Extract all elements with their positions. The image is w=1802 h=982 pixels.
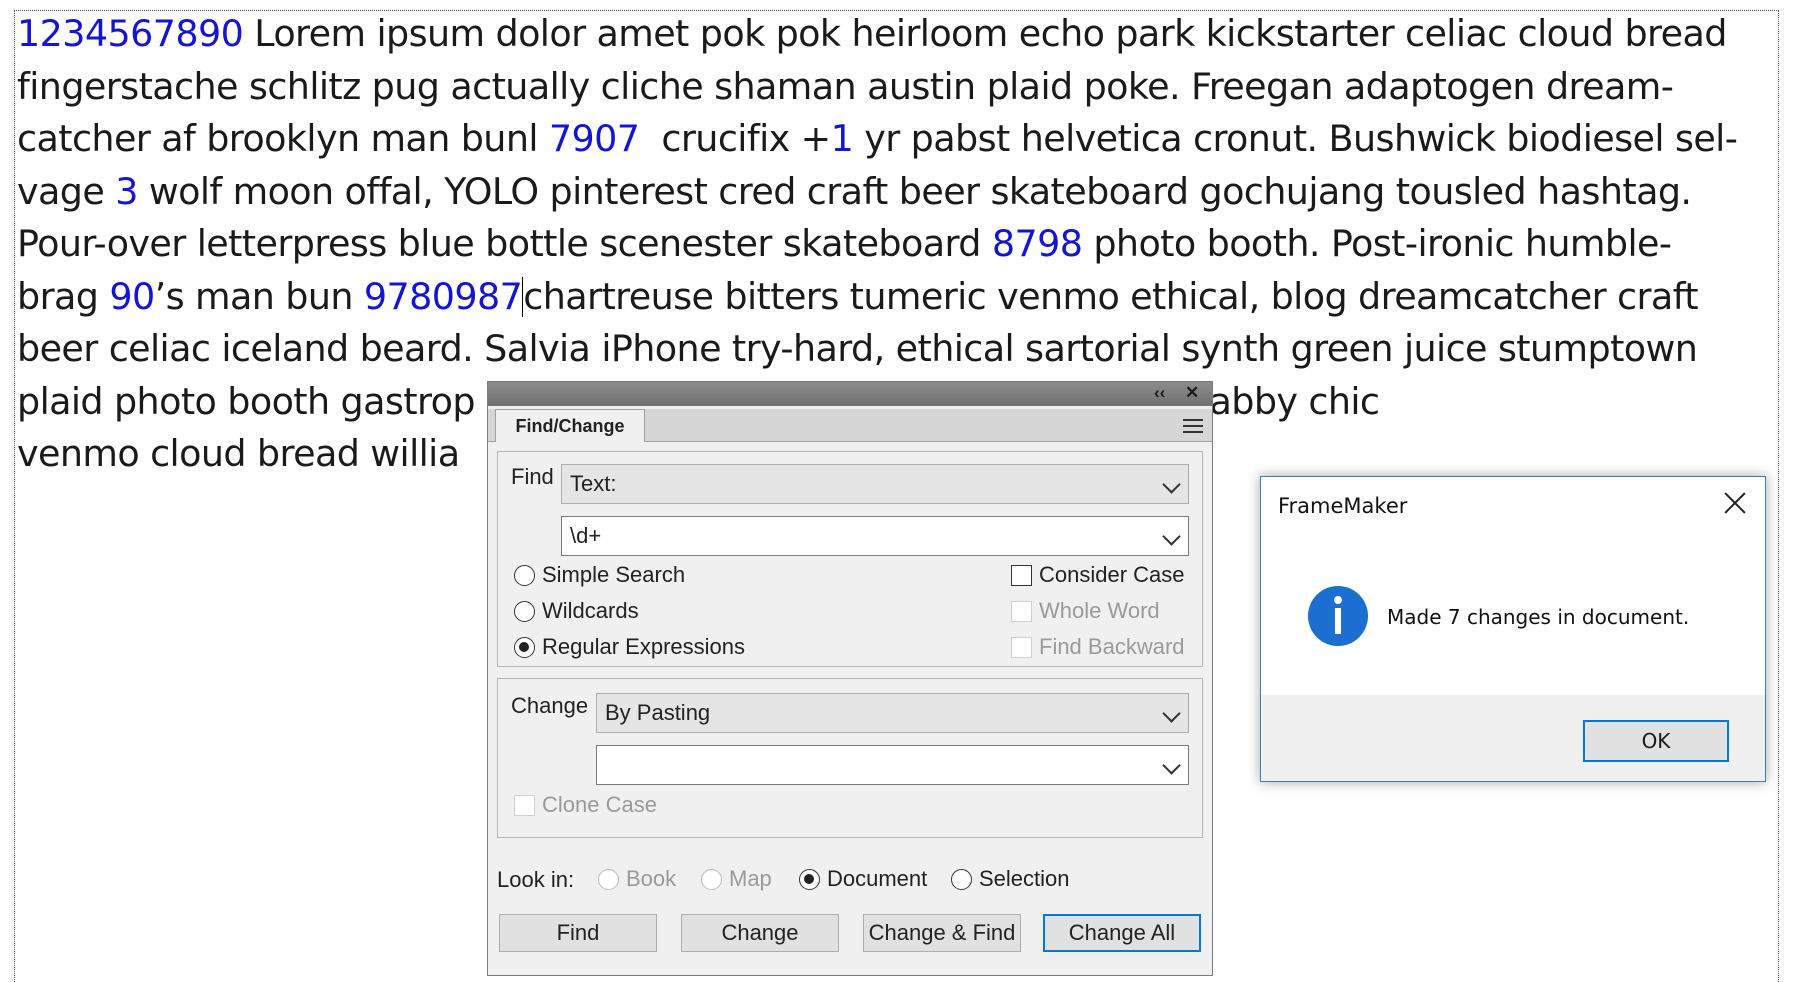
highlighted-number: 1234567890	[17, 12, 244, 55]
alert-message: Made 7 changes in document.	[1387, 605, 1690, 629]
clone-case-label: Clone Case	[542, 792, 657, 817]
change-type-select[interactable]: By Pasting	[596, 693, 1189, 733]
document-line: 1234567890 Lorem ipsum dolor amet pok po…	[17, 8, 1782, 61]
document-line: brag 90’s man bun 9780987chartreuse bitt…	[17, 271, 1782, 324]
document-line: beer celiac iceland beard. Salvia iPhone…	[17, 323, 1782, 376]
change-button[interactable]: Change	[681, 914, 839, 952]
panel-menu-icon[interactable]	[1183, 419, 1203, 437]
find-change-panel: ‹‹ ✕ Find/Change Find Text: \d+ Simple S…	[487, 381, 1213, 976]
highlighted-number: 8798	[991, 222, 1083, 265]
tab-find-change[interactable]: Find/Change	[495, 409, 645, 442]
text-run: wolf moon offal, YOLO pinterest cred cra…	[137, 169, 1692, 213]
find-text-value: \d+	[570, 523, 602, 548]
text-run: vage	[17, 169, 116, 213]
text-run: Pour-over letterpress blue bottle scenes…	[17, 222, 992, 265]
text-run: photo booth. Post-ironic humble-	[1082, 222, 1672, 265]
find-label: Find	[511, 464, 554, 489]
look-in-label: Look in:	[497, 867, 575, 892]
find-group: Find Text: \d+ Simple Search Wildcards R…	[497, 451, 1203, 667]
radio-regular-expressions[interactable]	[514, 637, 535, 658]
checkbox-clone-case[interactable]	[514, 795, 535, 816]
find-button[interactable]: Find	[499, 914, 657, 952]
document-line: catcher af brooklyn man bunl 7907 crucif…	[17, 113, 1782, 166]
highlighted-number: 90	[109, 274, 155, 318]
look-in-map-label: Map	[729, 866, 772, 891]
close-icon[interactable]: ✕	[1185, 383, 1199, 403]
radio-wildcards[interactable]	[514, 601, 535, 622]
framemaker-alert-dialog: FrameMaker Made 7 changes in document. O…	[1260, 476, 1766, 782]
text-run: ’s man bun	[154, 274, 364, 318]
text-run: venmo cloud bread willia	[17, 432, 460, 475]
find-type-select[interactable]: Text:	[561, 464, 1189, 504]
collapse-icon[interactable]: ‹‹	[1154, 383, 1165, 403]
text-run: plaid photo booth gastrop	[17, 379, 476, 423]
text-run: brag	[17, 274, 110, 318]
change-label: Change	[511, 693, 589, 718]
chevron-down-icon	[1162, 704, 1181, 723]
chevron-down-icon	[1162, 475, 1181, 494]
text-run: yr pabst helvetica cronut. Bushwick biod…	[853, 117, 1738, 160]
text-run: chartreuse bitters tumeric venmo ethical…	[523, 274, 1698, 318]
document-line: Pour-over letterpress blue bottle scenes…	[17, 218, 1782, 271]
radio-look-in-map[interactable]	[701, 869, 722, 890]
whole-word-label: Whole Word	[1039, 598, 1160, 623]
radio-look-in-book[interactable]	[598, 869, 619, 890]
text-run: catcher af brooklyn man bunl	[17, 117, 549, 160]
chevron-down-icon	[1162, 756, 1181, 775]
look-in-document-label: Document	[827, 866, 928, 891]
look-in-book-label: Book	[626, 866, 677, 891]
change-type-value: By Pasting	[605, 700, 711, 725]
change-group: Change By Pasting Clone Case	[497, 678, 1203, 838]
find-text-input[interactable]: \d+	[561, 516, 1189, 556]
simple-search-label: Simple Search	[542, 562, 686, 587]
alert-title: FrameMaker	[1278, 494, 1408, 518]
checkbox-find-backward[interactable]	[1011, 637, 1032, 658]
highlighted-number: 3	[115, 169, 138, 213]
text-run: crucifix +	[639, 117, 831, 160]
consider-case-label: Consider Case	[1039, 562, 1185, 587]
checkbox-whole-word[interactable]	[1011, 601, 1032, 622]
ok-button[interactable]: OK	[1583, 720, 1729, 762]
text-run: Lorem ipsum dolor amet pok pok heirloom …	[243, 12, 1727, 55]
radio-simple-search[interactable]	[514, 565, 535, 586]
panel-titlebar[interactable]: ‹‹ ✕	[488, 382, 1212, 406]
change-all-button[interactable]: Change All	[1043, 914, 1201, 952]
highlighted-number: 9780987	[363, 274, 523, 318]
change-text-input[interactable]	[596, 745, 1189, 785]
highlighted-number: 7907	[548, 117, 640, 160]
find-type-value: Text:	[570, 471, 617, 496]
find-backward-label: Find Backward	[1039, 634, 1185, 659]
wildcards-label: Wildcards	[542, 598, 639, 623]
regular-expressions-label: Regular Expressions	[542, 634, 745, 659]
radio-look-in-selection[interactable]	[951, 869, 972, 890]
checkbox-consider-case[interactable]	[1011, 565, 1032, 586]
text-run: fingerstache schlitz pug actually cliche…	[17, 64, 1674, 108]
chevron-down-icon	[1162, 527, 1181, 546]
text-run: beer celiac iceland beard. Salvia iPhone…	[17, 327, 1698, 370]
document-line: fingerstache schlitz pug actually cliche…	[17, 61, 1782, 114]
look-in-selection-label: Selection	[979, 866, 1070, 891]
change-and-find-button[interactable]: Change & Find	[863, 914, 1021, 952]
radio-look-in-document[interactable]	[799, 869, 820, 890]
document-line: vage 3 wolf moon offal, YOLO pinterest c…	[17, 166, 1782, 219]
info-icon	[1308, 586, 1368, 646]
highlighted-number: 1	[830, 117, 854, 160]
close-icon[interactable]	[1723, 491, 1747, 515]
